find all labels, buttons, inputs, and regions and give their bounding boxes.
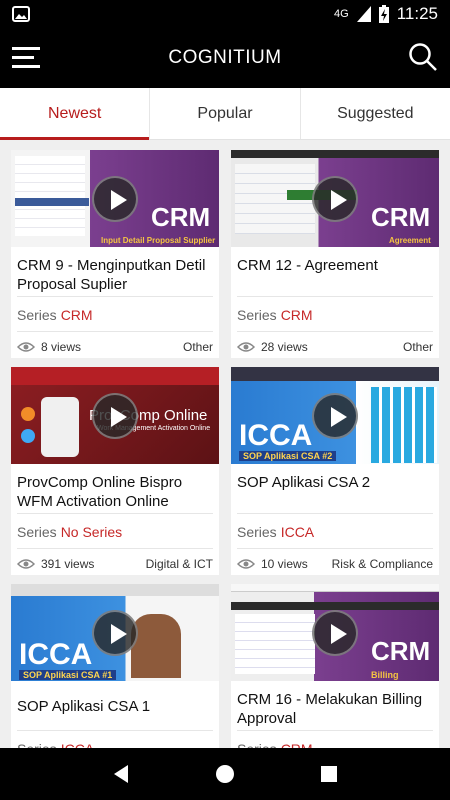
series-row: SeriesCRM: [237, 296, 433, 331]
search-icon[interactable]: [408, 42, 438, 72]
series-label: Series: [17, 524, 57, 540]
views-label: 28 views: [261, 340, 308, 354]
thumbnail-headline: CRM: [371, 202, 431, 232]
eye-icon: [237, 342, 255, 352]
thumbnail-headline: ICCA: [19, 638, 93, 671]
views-label: 391 views: [41, 557, 95, 571]
app-title: COGNITIUM: [168, 47, 282, 68]
video-thumbnail[interactable]: ProvComp Online Work Management Activati…: [11, 367, 219, 464]
category-label: Risk & Compliance: [331, 557, 433, 571]
video-card[interactable]: ICCA SOP Aplikasi CSA #2 SOP Aplikasi CS…: [231, 367, 439, 575]
tab-popular[interactable]: Popular: [149, 88, 299, 139]
tab-newest[interactable]: Newest: [0, 88, 150, 140]
meta-row: 391 views Digital & ICT: [17, 548, 213, 571]
play-button-icon[interactable]: [92, 392, 138, 439]
notification-area: [12, 6, 30, 22]
thumbnail-headline: CRM: [371, 636, 431, 666]
video-title: SOP Aplikasi CSA 1: [17, 698, 151, 715]
series-row: Series No Series: [17, 513, 213, 548]
app-bar: COGNITIUM: [0, 28, 450, 88]
series-link[interactable]: CRM: [61, 307, 93, 323]
category-label: Digital & ICT: [145, 557, 213, 571]
video-thumbnail[interactable]: ICCA SOP Aplikasi CSA #2: [231, 367, 439, 464]
video-thumbnail[interactable]: CRM Input Detail Proposal Supplier: [11, 150, 219, 247]
network-type-label: 4G: [334, 8, 349, 20]
video-title: SOP Aplikasi CSA 2: [237, 474, 371, 491]
app-screen: 4G 11:25 COGNITIUM Newest Popular Sugges…: [0, 0, 450, 800]
eye-icon: [17, 342, 35, 352]
series-row: SeriesCRM: [17, 296, 213, 331]
video-thumbnail[interactable]: ICCA SOP Aplikasi CSA #1: [11, 584, 219, 681]
play-button-icon[interactable]: [312, 609, 358, 656]
series-label: Series: [237, 307, 277, 323]
play-button-icon[interactable]: [312, 392, 358, 439]
signal-icon: [356, 6, 371, 22]
eye-icon: [237, 559, 255, 569]
meta-row: 28 views Other: [237, 331, 433, 354]
meta-row: 8 views Other: [17, 331, 213, 354]
series-link[interactable]: ICCA: [281, 524, 314, 540]
thumbnail-subtitle: Agreement: [389, 236, 431, 245]
tab-bar: Newest Popular Suggested: [0, 88, 450, 140]
video-card[interactable]: CRM Input Detail Proposal Supplier CRM 9…: [11, 150, 219, 358]
series-link[interactable]: CRM: [281, 307, 313, 323]
thumbnail-headline: CRM: [151, 202, 211, 232]
views-label: 10 views: [261, 557, 308, 571]
video-card[interactable]: CRM Agreement CRM 12 - Agreement Series C…: [231, 150, 439, 358]
system-nav-bar: [0, 748, 450, 800]
status-bar: 4G 11:25: [0, 0, 450, 28]
thumbnail-subtitle: SOP Aplikasi CSA #1: [19, 670, 117, 680]
tab-suggested[interactable]: Suggested: [299, 88, 450, 139]
series-link[interactable]: No Series: [61, 524, 122, 540]
video-title: CRM 9 - Menginputkan Detil Proposal Supl…: [17, 257, 206, 293]
thumbnail-headline: ICCA: [239, 419, 313, 452]
video-title: CRM 16 - Melakukan Billing Approval: [237, 691, 423, 727]
video-title: ProvComp Online Bispro WFM Activation On…: [17, 474, 183, 510]
play-button-icon[interactable]: [312, 175, 358, 222]
video-title: CRM 12 - Agreement: [237, 257, 378, 274]
home-icon[interactable]: [215, 764, 235, 784]
eye-icon: [17, 559, 35, 569]
view-count: 391 views: [17, 557, 94, 571]
view-count: 28 views: [237, 340, 308, 354]
battery-charging-icon: [378, 5, 389, 23]
series-row: SeriesICCA: [237, 513, 433, 548]
video-thumbnail[interactable]: CRM Billing Approval: [231, 584, 439, 681]
view-count: 8 views: [17, 340, 81, 354]
thumbnail-subtitle: Input Detail Proposal Supplier: [101, 236, 216, 245]
play-button-icon[interactable]: [92, 175, 138, 222]
series-label: Series: [17, 307, 57, 323]
views-label: 8 views: [41, 340, 82, 354]
category-label: Other: [402, 340, 433, 354]
video-thumbnail[interactable]: CRM Agreement: [231, 150, 439, 247]
meta-row: 10 views Risk & Compliance: [237, 548, 433, 571]
view-count: 10 views: [237, 557, 308, 571]
category-label: Other: [182, 340, 213, 354]
gallery-notification-icon: [12, 6, 30, 22]
series-label: Series: [237, 524, 277, 540]
menu-icon[interactable]: [12, 44, 42, 72]
system-indicators: 4G 11:25: [334, 4, 438, 24]
video-card[interactable]: ProvComp Online Work Management Activati…: [11, 367, 219, 575]
recents-icon[interactable]: [320, 765, 338, 783]
clock: 11:25: [396, 4, 438, 23]
play-button-icon[interactable]: [92, 609, 138, 656]
back-icon[interactable]: [112, 764, 130, 784]
thumbnail-subtitle: SOP Aplikasi CSA #2: [239, 451, 337, 461]
thumbnail-subtitle: Billing Approval: [371, 670, 410, 681]
